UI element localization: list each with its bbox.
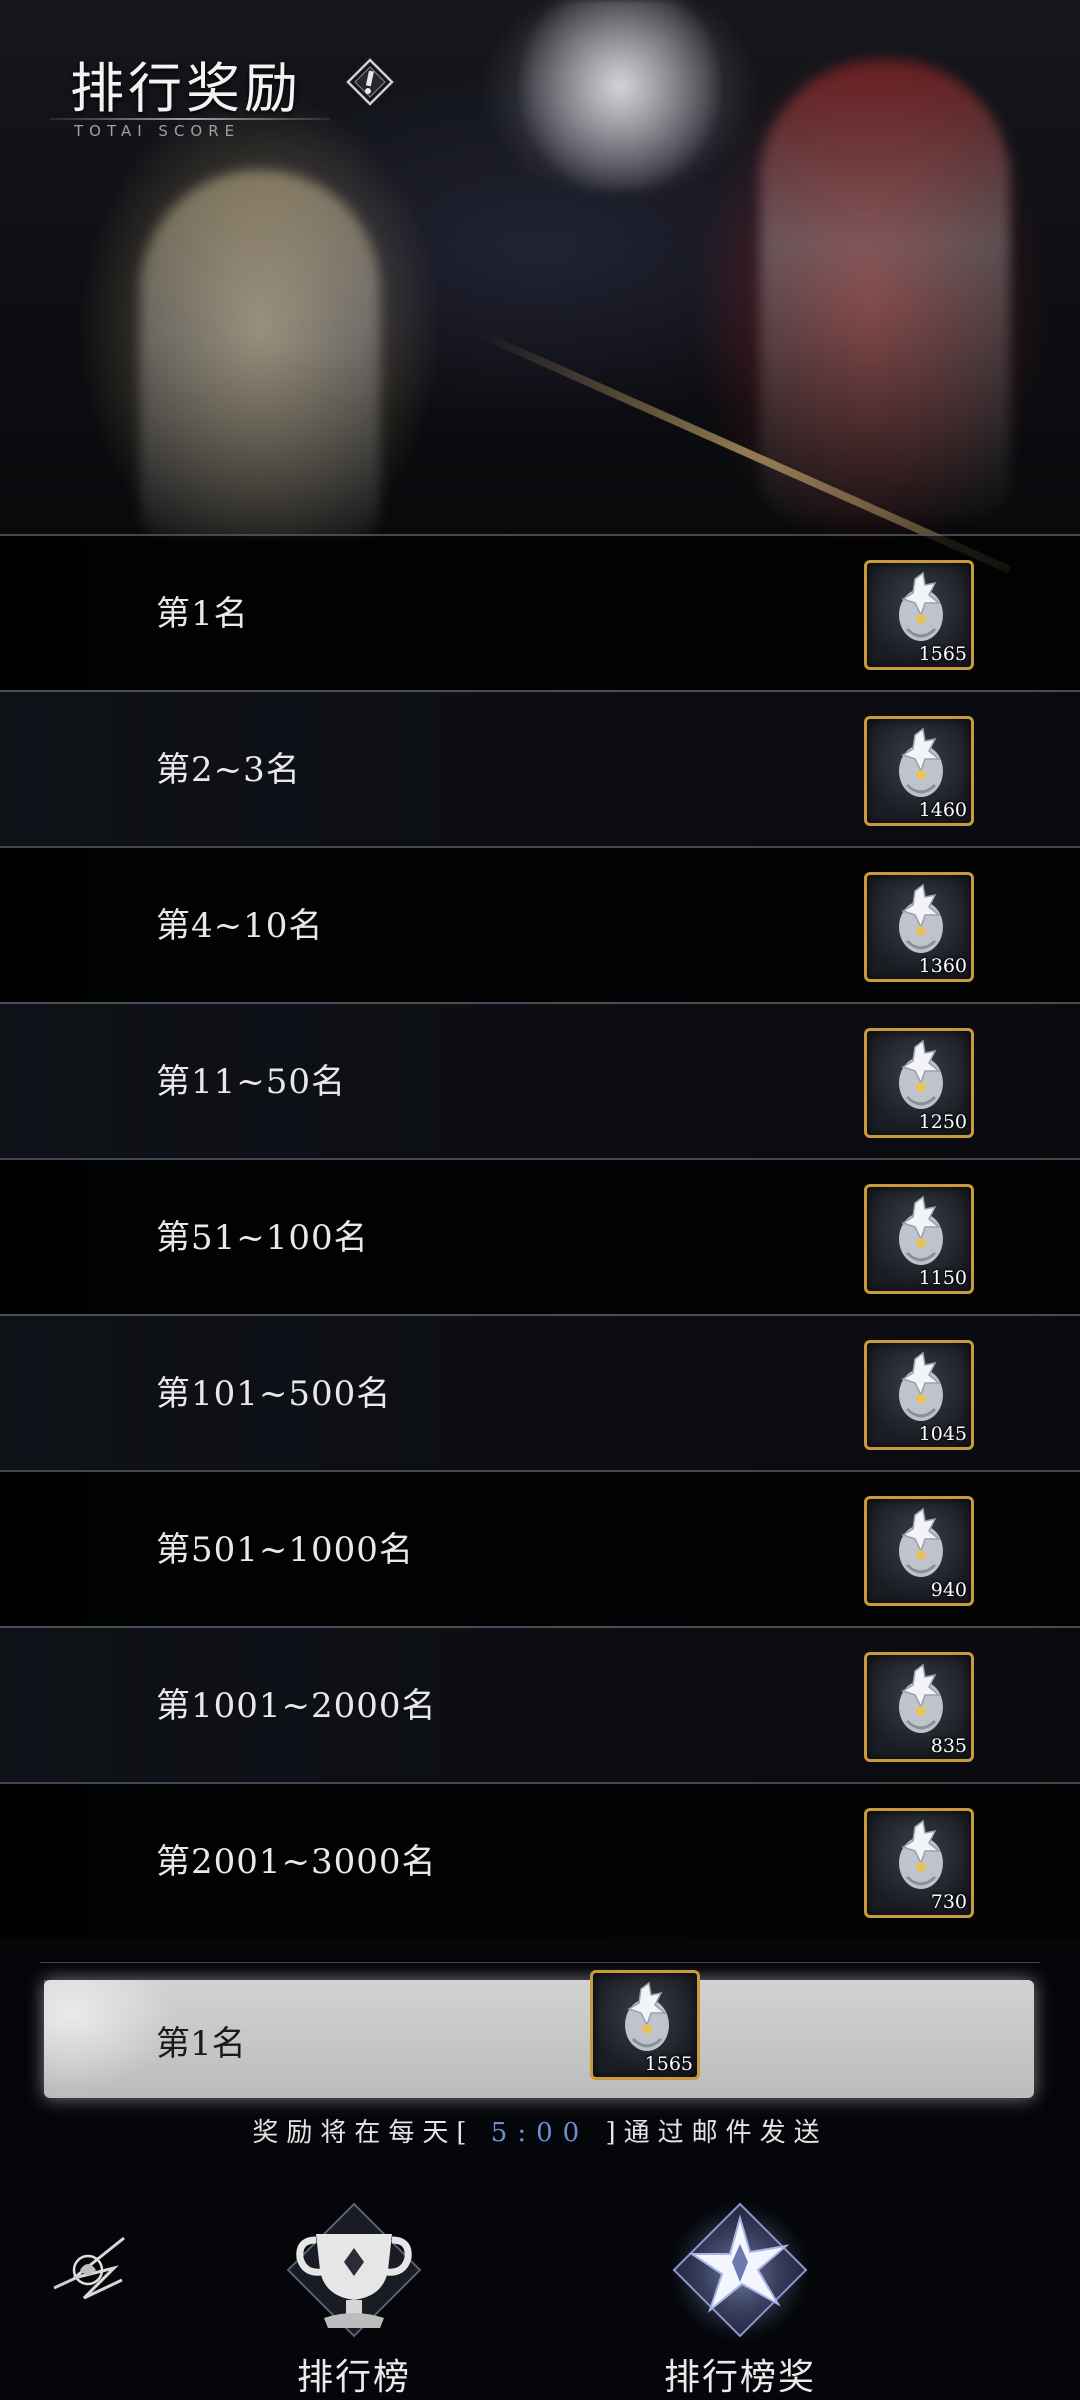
rank-label: 第4~10名 xyxy=(156,906,324,946)
reward-count: 1460 xyxy=(918,799,967,821)
reward-count: 1150 xyxy=(918,1267,967,1289)
reward-count: 835 xyxy=(930,1735,967,1757)
rank-label: 第51~100名 xyxy=(156,1218,369,1258)
dragon-crystal-icon xyxy=(899,571,943,641)
notice-text-after: ]通过邮件发送 xyxy=(605,2118,828,2148)
notice-time: 5:00 xyxy=(490,2118,590,2148)
dragon-crystal-icon xyxy=(899,1819,943,1889)
rose-wing-icon xyxy=(53,2236,125,2300)
notice-text-before: 奖励将在每天[ xyxy=(252,2118,475,2148)
reward-item[interactable]: 940 xyxy=(864,1496,974,1606)
reward-row: 第1001~2000名 835 xyxy=(0,1626,1080,1782)
dragon-crystal-icon xyxy=(899,1663,943,1733)
reward-row: 第2~3名 1460 xyxy=(0,690,1080,846)
star-icon xyxy=(670,2202,810,2342)
dragon-crystal-icon xyxy=(899,883,943,953)
reward-item[interactable]: 1045 xyxy=(864,1340,974,1450)
tab-leaderboard-label: 排行榜 xyxy=(296,2357,411,2398)
reward-row: 第501~1000名 940 xyxy=(0,1470,1080,1626)
dragon-crystal-icon xyxy=(625,1981,669,2051)
reward-row: 第51~100名 1150 xyxy=(0,1158,1080,1314)
tab-rewards[interactable]: 排行榜奖 xyxy=(640,2200,840,2400)
tab-rewards-label: 排行榜奖 xyxy=(663,2357,816,2398)
rank-label: 第2001~3000名 xyxy=(156,1842,437,1882)
title-underline xyxy=(50,118,330,120)
reward-row: 第2001~3000名 730 xyxy=(0,1782,1080,1938)
dragon-crystal-icon xyxy=(899,1351,943,1421)
divider-ornament xyxy=(40,1962,1040,1969)
reward-item[interactable]: 730 xyxy=(864,1808,974,1918)
rank-label: 第11~50名 xyxy=(156,1062,347,1102)
reward-count: 1045 xyxy=(918,1423,967,1445)
reward-item[interactable]: 1250 xyxy=(864,1028,974,1138)
dragon-crystal-icon xyxy=(899,1039,943,1109)
rank-label: 第101~500名 xyxy=(156,1374,392,1414)
reward-notice: 奖励将在每天[ 5:00 ]通过邮件发送 xyxy=(0,2112,1080,2149)
reward-count: 940 xyxy=(930,1579,967,1601)
reward-row: 第101~500名 1045 xyxy=(0,1314,1080,1470)
page-title: 排行奖励 xyxy=(70,57,302,120)
my-rank-bar: 第1名 1565 xyxy=(44,1970,1034,2098)
reward-item[interactable]: 1360 xyxy=(864,872,974,982)
reward-item[interactable]: 1460 xyxy=(864,716,974,826)
dragon-crystal-icon xyxy=(899,727,943,797)
reward-list[interactable]: 第1名 1565 第2~3名 1460 第4~10名 1360 第11~50名 … xyxy=(0,534,1080,1938)
reward-count: 1565 xyxy=(918,643,967,665)
my-rank-label: 第1名 xyxy=(156,2024,246,2064)
reward-count: 1565 xyxy=(644,2053,693,2075)
reward-item[interactable]: 1150 xyxy=(864,1184,974,1294)
dragon-crystal-icon xyxy=(899,1507,943,1577)
trophy-icon xyxy=(286,2202,422,2338)
rank-label: 第1名 xyxy=(156,594,249,634)
rank-label: 第2~3名 xyxy=(156,750,301,790)
reward-row: 第1名 1565 xyxy=(0,534,1080,690)
tab-leaderboard[interactable]: 排行榜 xyxy=(254,2200,454,2400)
reward-item[interactable]: 835 xyxy=(864,1652,974,1762)
reward-row: 第11~50名 1250 xyxy=(0,1002,1080,1158)
info-button[interactable] xyxy=(346,58,394,106)
reward-count: 1250 xyxy=(918,1111,967,1133)
owl-artwork xyxy=(520,0,720,190)
back-button[interactable] xyxy=(44,2218,134,2328)
reward-item[interactable]: 1565 xyxy=(864,560,974,670)
reward-count: 730 xyxy=(930,1891,967,1913)
reward-row: 第4~10名 1360 xyxy=(0,846,1080,1002)
exclamation-icon xyxy=(346,58,394,106)
rank-label: 第1001~2000名 xyxy=(156,1686,437,1726)
my-reward-item[interactable]: 1565 xyxy=(590,1970,700,2080)
page-subtitle: TOTAI SCORE xyxy=(74,122,241,140)
redhead-heroine-artwork xyxy=(760,60,1010,520)
rank-label: 第501~1000名 xyxy=(156,1530,414,1570)
blonde-heroine-artwork xyxy=(140,170,380,540)
dragon-crystal-icon xyxy=(899,1195,943,1265)
reward-count: 1360 xyxy=(918,955,967,977)
